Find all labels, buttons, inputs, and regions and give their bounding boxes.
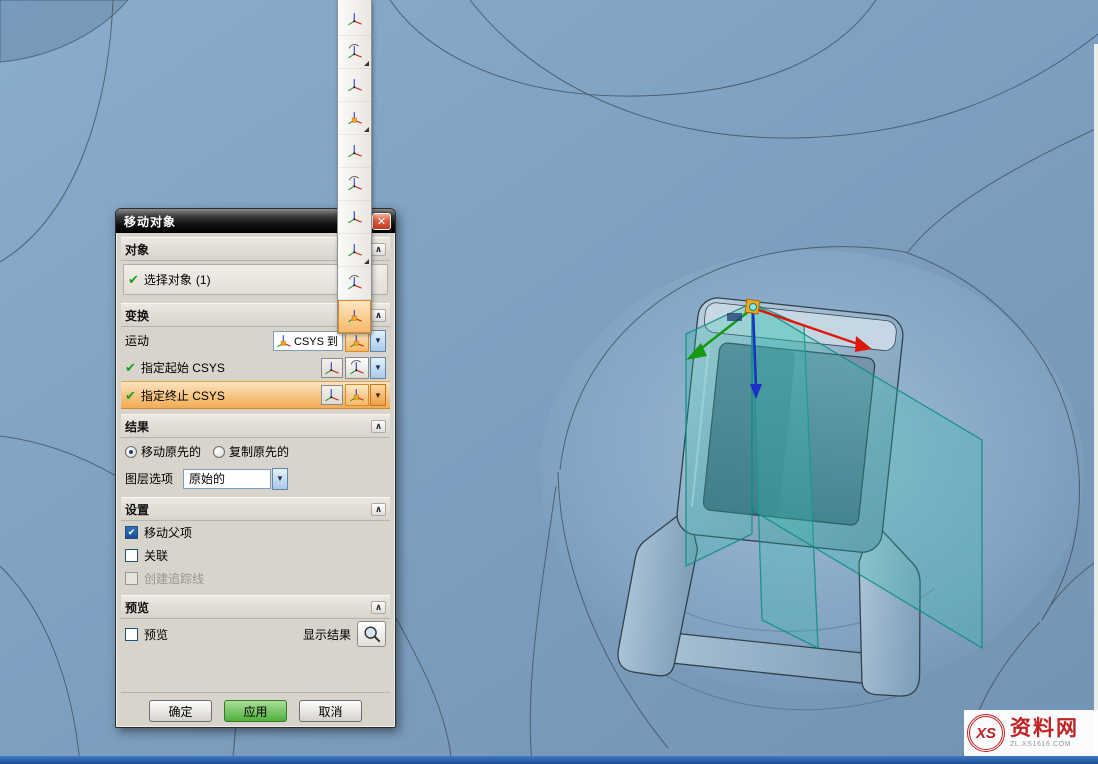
csys-plane-axis-icon[interactable] [338,168,371,201]
checkbox-row-move-parent[interactable]: ✔ 移动父项 [121,521,390,544]
motion-type-dropdown[interactable]: CSYS 到 CSYS [273,331,343,351]
radio-copy-label: 复制原先的 [229,443,289,460]
watermark-site-url: ZL.XS1616.COM [1010,741,1079,748]
check-icon: ✔ [125,389,136,402]
checkbox-checked-icon: ✔ [125,526,138,539]
section-result-label: 结果 [125,418,149,435]
csys-x-y-origin-icon[interactable] [338,69,371,102]
layer-dropdown-arrow[interactable]: ▼ [272,468,288,490]
section-header-preview[interactable]: 预览 ∧ [121,595,390,619]
apply-button[interactable]: 应用 [224,700,287,722]
show-result-button[interactable] [357,621,386,647]
datum-plane-left[interactable] [686,303,752,566]
preview-checkbox[interactable] [125,628,138,641]
csys-z-x-origin-icon[interactable] [338,102,371,135]
result-options-row: 移动原先的 复制原先的 [121,438,390,465]
select-object-label: 选择对象 [144,271,192,288]
end-csys-dropdown-arrow[interactable]: ▼ [370,384,386,406]
start-csys-dropdown-arrow[interactable]: ▼ [370,357,386,379]
preview-label: 预览 [144,626,168,643]
magnifier-icon [362,624,382,644]
motion-label: 运动 [125,332,149,349]
show-result-label: 显示结果 [303,626,351,643]
associative-label: 关联 [144,547,168,564]
start-csys-row[interactable]: ✔ 指定起始 CSYS ▼ [121,354,390,381]
end-csys-option-button[interactable] [345,384,369,406]
window-bottom-bar [0,756,1098,764]
radio-copy-original[interactable]: 复制原先的 [213,443,289,460]
csys-current-view-icon[interactable] [338,267,371,300]
checkbox-row-associative[interactable]: 关联 [121,544,390,567]
csys-dialog-icon [324,360,340,376]
watermark-logo-icon: XS [967,714,1005,752]
origin-mini-label [727,313,742,321]
csys-origin-xy-icon[interactable] [338,36,371,69]
window-right-edge [1094,44,1098,756]
layer-option-label: 图层选项 [125,470,173,487]
checkbox-row-traceline-disabled: 创建追踪线 [121,567,390,590]
csys-dynamic-icon-selected[interactable] [338,300,371,333]
radio-move-label: 移动原先的 [141,443,201,460]
layer-option-row: 图层选项 原始的 ▼ [121,465,390,492]
layer-option-value: 原始的 [183,469,271,489]
motion-type-value: CSYS 到 CSYS [294,333,340,349]
collapse-icon[interactable]: ∧ [371,503,386,516]
csys-inferred-icon[interactable] [338,3,371,36]
watermark-logo-text: XS [976,725,996,742]
dialog-button-row: 确定 应用 取消 [121,692,390,722]
start-csys-dialog-button[interactable] [321,358,343,378]
motion-dropdown-arrow[interactable]: ▼ [370,330,386,352]
collapse-icon[interactable]: ∧ [371,309,386,322]
radio-selected-icon [125,446,137,458]
section-object-label: 对象 [125,241,149,258]
watermark: XS 资料网 ZL.XS1616.COM [964,710,1098,756]
origin-sphere[interactable] [750,304,757,311]
check-icon: ✔ [125,361,136,374]
dialog-title: 移动对象 [124,213,176,230]
radio-unselected-icon [213,446,225,458]
csys-three-planes-icon[interactable] [338,201,371,234]
end-csys-row-active[interactable]: ✔ 指定终止 CSYS ▼ [121,381,390,409]
csys-z-y-origin-icon[interactable] [338,135,371,168]
watermark-site-name: 资料网 [1010,718,1079,740]
section-settings-label: 设置 [125,501,149,518]
checkbox-disabled-icon [125,572,138,585]
csys-dynamic-icon [349,387,365,403]
collapse-icon[interactable]: ∧ [371,601,386,614]
check-icon: ✔ [128,273,139,286]
watermark-text-block: 资料网 ZL.XS1616.COM [1010,718,1079,748]
check-glyph: ✔ [128,528,136,537]
csys-dialog-icon [324,387,340,403]
move-parent-label: 移动父项 [144,524,192,541]
motion-type-icon [276,333,292,349]
csys-dynamic-icon [349,333,365,349]
checkbox-unchecked-icon [125,549,138,562]
traceline-label: 创建追踪线 [144,570,204,587]
section-transform-label: 变换 [125,307,149,324]
start-csys-option-button[interactable] [345,357,369,379]
close-button[interactable]: ✕ [372,213,391,230]
end-csys-label: 指定终止 CSYS [141,387,225,404]
preview-row: 预览 显示结果 [121,619,390,649]
end-csys-dialog-button[interactable] [321,385,343,405]
csys-inferred-icon [349,360,365,376]
radio-move-original[interactable]: 移动原先的 [125,443,201,460]
cancel-button[interactable]: 取消 [299,700,362,722]
section-header-settings[interactable]: 设置 ∧ [121,497,390,521]
csys-options-toolbar [337,0,372,334]
select-object-count: (1) [196,273,211,287]
ok-button[interactable]: 确定 [149,700,212,722]
nx-application-window: 移动对象 ✕ 对象 ∧ ✔ 选择对象 (1) 变换 ∧ 运动 [0,0,1098,764]
layer-option-dropdown[interactable]: 原始的 ▼ [183,468,288,490]
start-csys-label: 指定起始 CSYS [141,359,225,376]
csys-absolute-icon[interactable] [338,234,371,267]
collapse-icon[interactable]: ∧ [371,420,386,433]
section-preview-label: 预览 [125,599,149,616]
section-header-result[interactable]: 结果 ∧ [121,414,390,438]
collapse-icon[interactable]: ∧ [371,243,386,256]
